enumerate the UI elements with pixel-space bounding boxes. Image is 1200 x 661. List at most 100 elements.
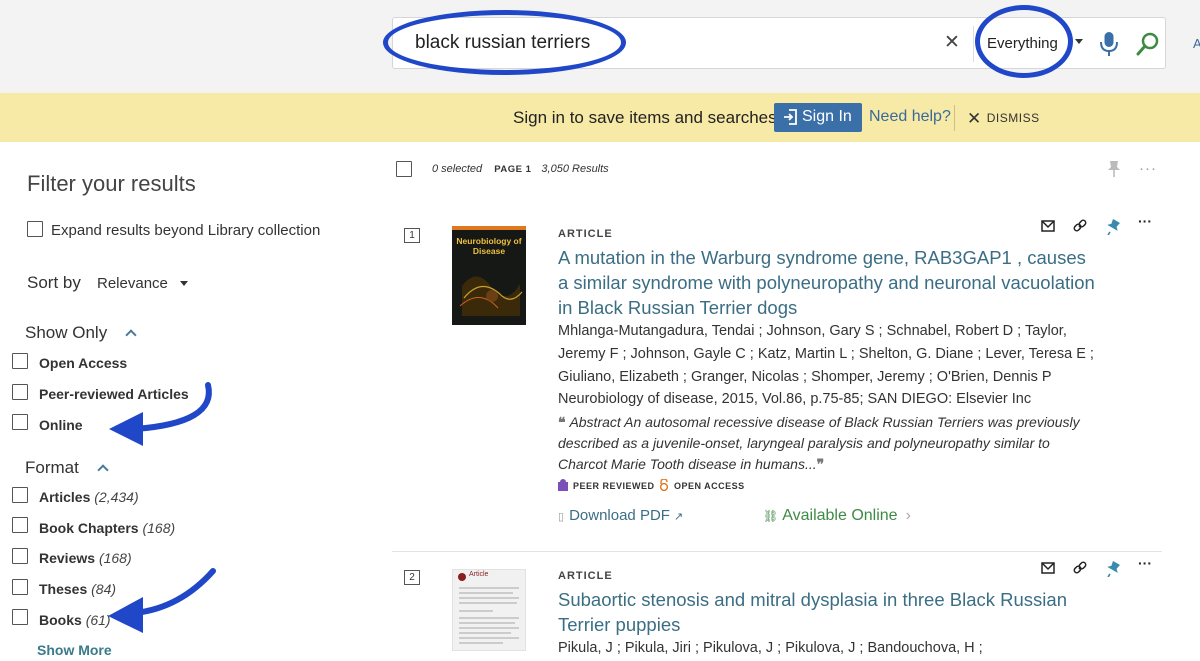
dismiss-button[interactable]: ✕ DISMISS xyxy=(967,109,1040,129)
show-more-link[interactable]: Show More xyxy=(37,642,112,658)
show-only-heading[interactable]: Show Only xyxy=(25,323,107,343)
scope-divider xyxy=(973,26,974,62)
sign-in-button[interactable]: Sign In xyxy=(774,103,862,132)
theses-checkbox[interactable] xyxy=(12,579,28,595)
facet-articles[interactable]: Articles (2,434) xyxy=(39,489,139,505)
more-options-icon[interactable]: ··· xyxy=(1138,213,1152,229)
sort-by-label: Sort by xyxy=(27,273,81,292)
close-quote-icon: ❞ xyxy=(816,456,825,472)
email-icon[interactable] xyxy=(1041,219,1055,237)
books-arrow-annotation xyxy=(108,568,216,633)
result-number: 2 xyxy=(404,570,420,585)
format-heading[interactable]: Format xyxy=(25,458,79,478)
sign-in-banner: Sign in to save items and searches Sign … xyxy=(0,93,1200,142)
page-indicator: PAGE 1 xyxy=(494,164,532,175)
advanced-search-link[interactable]: A xyxy=(1193,36,1200,51)
email-icon[interactable] xyxy=(1041,561,1055,579)
filter-title: Filter your results xyxy=(27,171,196,196)
facet-theses[interactable]: Theses (84) xyxy=(39,581,116,597)
result-actions: ··· xyxy=(1040,555,1160,582)
facet-books-label: Books xyxy=(39,612,82,628)
chevron-up-icon[interactable] xyxy=(125,329,137,341)
banner-message: Sign in to save items and searches xyxy=(513,108,777,127)
result-actions: ··· xyxy=(1040,213,1160,240)
open-access-badge: OPEN ACCESS xyxy=(659,478,745,492)
facet-theses-count: (84) xyxy=(91,581,117,597)
facet-book-chapters[interactable]: Book Chapters (168) xyxy=(39,520,175,536)
online-checkbox[interactable] xyxy=(12,414,28,430)
facet-articles-label: Articles xyxy=(39,489,91,505)
result-title-link[interactable]: Subaortic stenosis and mitral dysplasia … xyxy=(558,587,1098,637)
search-input[interactable]: black russian terriers xyxy=(415,32,590,54)
facet-books[interactable]: Books (61) xyxy=(39,612,111,628)
book-chapters-checkbox[interactable] xyxy=(12,517,28,533)
result-authors: Mhlanga-Mutangadura, Tendai ; Johnson, G… xyxy=(558,323,1094,385)
more-options-icon[interactable]: ··· xyxy=(1138,555,1152,571)
pin-icon[interactable] xyxy=(1106,218,1120,240)
facet-articles-count: (2,434) xyxy=(94,489,139,505)
pin-icon[interactable] xyxy=(1106,560,1120,582)
facet-reviews[interactable]: Reviews (168) xyxy=(39,550,132,566)
results-count: 3,050 Results xyxy=(541,163,609,175)
facet-theses-label: Theses xyxy=(39,581,88,597)
selected-count: 0 selected xyxy=(432,163,483,175)
search-icon[interactable] xyxy=(1135,30,1161,58)
document-type: ARTICLE xyxy=(558,228,613,240)
search-box[interactable]: black russian terriers ✕ Everything xyxy=(392,17,1166,69)
microphone-icon[interactable] xyxy=(1097,30,1121,58)
document-type: ARTICLE xyxy=(558,570,613,582)
open-access-checkbox[interactable] xyxy=(12,353,28,369)
clear-search-icon[interactable]: ✕ xyxy=(941,30,963,56)
search-scope-select[interactable]: Everything xyxy=(987,35,1058,52)
result-abstract: ❝ Abstract An autosomal recessive diseas… xyxy=(558,412,1098,475)
link-icon: ⛓ xyxy=(763,509,779,523)
available-online-link[interactable]: ⛓ Available Online › xyxy=(763,507,911,525)
facet-reviews-count: (168) xyxy=(98,550,132,566)
expand-results-checkbox[interactable] xyxy=(27,221,43,237)
permalink-icon[interactable] xyxy=(1073,219,1087,238)
expand-results-label[interactable]: Expand results beyond Library collection xyxy=(51,222,320,239)
sort-by-select[interactable]: Relevance xyxy=(97,275,168,292)
open-access-label: OPEN ACCESS xyxy=(674,481,745,491)
thumbnail-title: Neurobiology of Disease xyxy=(456,236,522,256)
search-header: black russian terriers ✕ Everything A xyxy=(0,0,1200,93)
select-all-checkbox[interactable] xyxy=(396,161,412,177)
reviews-checkbox[interactable] xyxy=(12,548,28,564)
peer-reviewed-icon xyxy=(558,479,568,491)
chevron-right-icon: › xyxy=(905,507,911,524)
peer-reviewed-label: PEER REVIEWED xyxy=(573,481,655,491)
caret-down-icon[interactable] xyxy=(180,281,188,286)
result-title-link[interactable]: A mutation in the Warburg syndrome gene,… xyxy=(558,245,1098,320)
facet-book-chapters-count: (168) xyxy=(142,520,176,536)
facet-online[interactable]: Online xyxy=(39,417,83,433)
result-number: 1 xyxy=(404,228,420,243)
facet-open-access[interactable]: Open Access xyxy=(39,355,127,371)
need-help-link[interactable]: Need help? xyxy=(869,108,951,126)
close-icon: ✕ xyxy=(967,109,982,128)
article-thumbnail[interactable]: Article xyxy=(452,569,526,651)
peer-reviewed-checkbox[interactable] xyxy=(12,384,28,400)
facet-reviews-label: Reviews xyxy=(39,550,96,566)
facet-books-count: (61) xyxy=(85,612,111,628)
result-citation: Neurobiology of disease, 2015, Vol.86, p… xyxy=(558,391,1032,407)
books-checkbox[interactable] xyxy=(12,609,28,625)
more-options-icon[interactable]: ··· xyxy=(1139,160,1157,177)
download-pdf-label: Download PDF xyxy=(569,507,670,524)
caret-down-icon[interactable] xyxy=(1075,39,1083,44)
result-authors: Pikula, J ; Pikula, Jiri ; Pikulova, J ;… xyxy=(558,640,983,656)
sign-in-label: Sign In xyxy=(802,108,852,125)
permalink-icon[interactable] xyxy=(1073,561,1087,580)
pdf-icon: ▯ xyxy=(558,511,565,523)
sign-in-icon xyxy=(783,109,797,125)
book-cover-thumbnail[interactable]: Neurobiology of Disease xyxy=(452,226,526,325)
download-pdf-link[interactable]: ▯ Download PDF ↗ xyxy=(558,507,683,524)
articles-checkbox[interactable] xyxy=(12,487,28,503)
result-divider xyxy=(392,551,1162,552)
facet-book-chapters-label: Book Chapters xyxy=(39,520,139,536)
chevron-up-icon[interactable] xyxy=(97,464,109,476)
facet-peer-reviewed[interactable]: Peer-reviewed Articles xyxy=(39,386,189,402)
open-access-icon xyxy=(659,478,669,492)
available-online-label: Available Online xyxy=(782,507,898,524)
dismiss-label: DISMISS xyxy=(986,111,1040,125)
pin-icon[interactable] xyxy=(1106,160,1122,178)
